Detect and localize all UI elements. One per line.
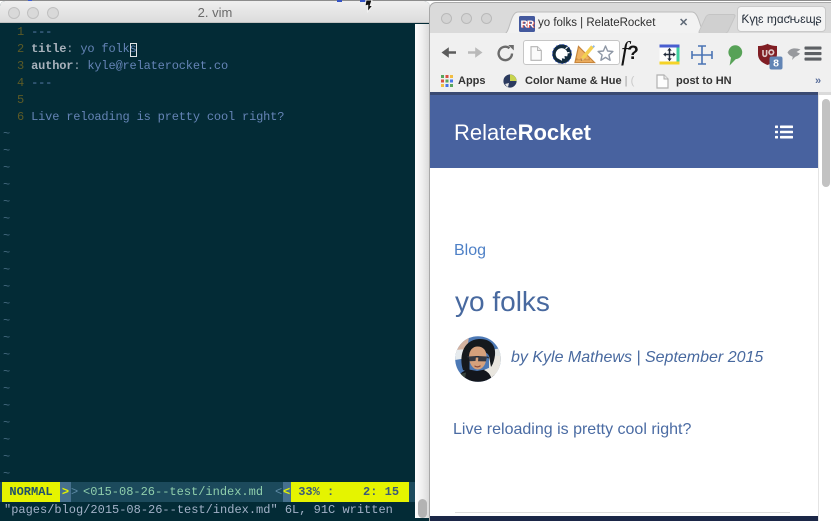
svg-text:8: 8	[773, 58, 779, 70]
svg-text:RR: RR	[520, 20, 534, 31]
